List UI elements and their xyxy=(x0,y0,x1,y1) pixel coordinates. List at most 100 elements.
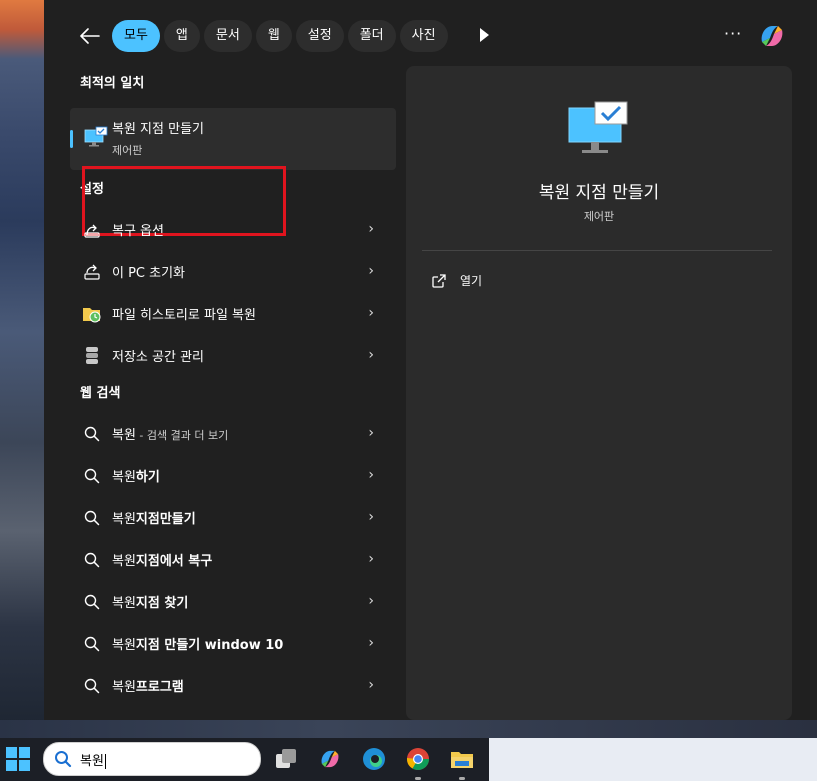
web-search-label: 복원프로그램 xyxy=(112,676,184,695)
chevron-right-icon: › xyxy=(368,635,374,651)
web-search-prefix: 복원 xyxy=(112,554,136,569)
preview-title: 복원 지점 만들기 xyxy=(538,183,660,203)
filter-tabs: 모두 앱 문서 웹 설정 폴더 사진 xyxy=(112,20,448,52)
open-external-icon xyxy=(432,273,446,288)
chevron-right-icon: › xyxy=(368,425,374,441)
web-search-bold: 하기 xyxy=(135,470,160,485)
windows-start-icon[interactable] xyxy=(6,747,30,771)
desktop-wallpaper-bottom xyxy=(0,720,817,738)
tab-settings[interactable]: 설정 xyxy=(295,20,344,52)
web-search-item[interactable]: 복원지점만들기 › xyxy=(64,496,396,538)
divider xyxy=(422,250,772,251)
chevron-right-icon: › xyxy=(368,551,374,567)
search-icon xyxy=(82,508,102,528)
best-match-title: 복원 지점 만들기 xyxy=(112,122,204,137)
web-search-label: 복원지점에서 복구 xyxy=(112,550,212,569)
search-panel: 모두 앱 문서 웹 설정 폴더 사진 ··· 최적의 일치 복원 지점 만들기 … xyxy=(44,0,817,720)
chevron-right-icon: › xyxy=(368,347,374,363)
monitor-check-icon xyxy=(568,101,628,153)
task-view-icon[interactable] xyxy=(273,746,299,772)
web-search-label: 복원지점 만들기 window 10 xyxy=(112,634,283,653)
tab-documents[interactable]: 문서 xyxy=(203,20,252,52)
web-search-prefix: 복원 xyxy=(112,470,136,485)
tab-apps[interactable]: 앱 xyxy=(163,20,200,52)
web-search-label: 복원지점 찾기 xyxy=(112,592,188,611)
filter-bar: 모두 앱 문서 웹 설정 폴더 사진 ··· xyxy=(44,18,817,56)
tab-photos[interactable]: 사진 xyxy=(399,20,448,52)
tab-all[interactable]: 모두 xyxy=(112,20,160,52)
chevron-right-icon: › xyxy=(368,467,374,483)
web-search-prefix: 복원 xyxy=(112,428,136,443)
file-explorer-icon[interactable] xyxy=(449,746,475,772)
search-icon xyxy=(82,466,102,486)
taskbar: 복원 xyxy=(0,738,817,781)
desktop-wallpaper xyxy=(0,0,44,738)
search-icon xyxy=(82,592,102,612)
text-caret xyxy=(104,754,106,769)
web-search-item[interactable]: 복원하기 › xyxy=(64,454,396,496)
web-search-item[interactable]: 복원 - 검색 결과 더 보기 › xyxy=(64,412,396,454)
web-search-prefix: 복원 xyxy=(112,596,136,611)
chevron-right-icon: › xyxy=(368,263,374,279)
selection-indicator xyxy=(70,130,73,148)
section-title-web-search: 웹 검색 xyxy=(80,386,121,401)
chrome-browser-icon[interactable] xyxy=(405,746,431,772)
tab-web[interactable]: 웹 xyxy=(255,20,292,52)
web-search-prefix: 복원 xyxy=(112,638,136,653)
search-icon xyxy=(82,634,102,654)
copilot-icon[interactable] xyxy=(756,20,788,52)
best-match-subtitle: 제어판 xyxy=(112,144,143,157)
preview-subtitle: 제어판 xyxy=(583,210,615,223)
tab-folders[interactable]: 폴더 xyxy=(347,20,396,52)
search-icon xyxy=(82,424,102,444)
chevron-right-icon: › xyxy=(368,677,374,693)
reset-pc-icon xyxy=(82,262,102,282)
search-icon xyxy=(82,676,102,696)
web-search-item[interactable]: 복원프로그램 › xyxy=(64,664,396,706)
web-search-suffix: - 검색 결과 더 보기 xyxy=(135,429,229,442)
web-search-item[interactable]: 복원지점 만들기 window 10 › xyxy=(64,622,396,664)
settings-item-label: 복구 옵션 xyxy=(112,224,164,239)
open-action[interactable]: 열기 xyxy=(432,272,482,289)
edge-browser-icon[interactable] xyxy=(361,746,387,772)
settings-item-label: 파일 히스토리로 파일 복원 xyxy=(112,308,256,323)
web-search-label: 복원지점만들기 xyxy=(112,508,196,527)
web-search-bold: 지점에서 복구 xyxy=(135,554,213,569)
search-icon xyxy=(55,751,72,768)
web-search-prefix: 복원 xyxy=(112,512,136,527)
settings-item-label: 이 PC 초기화 xyxy=(112,266,186,281)
open-label: 열기 xyxy=(460,274,483,288)
best-match-item[interactable]: 복원 지점 만들기 제어판 xyxy=(70,108,396,170)
file-history-icon xyxy=(82,304,102,324)
web-search-bold: 지점만들기 xyxy=(135,512,196,527)
copilot-taskbar-icon[interactable] xyxy=(317,746,343,772)
chevron-right-icon: › xyxy=(368,221,374,237)
chevron-right-icon: › xyxy=(368,593,374,609)
play-more-tabs-icon[interactable] xyxy=(480,28,489,42)
arrow-left-icon xyxy=(80,28,100,44)
running-indicator xyxy=(459,777,465,780)
web-search-prefix: 복원 xyxy=(112,680,136,695)
web-search-list: 복원 - 검색 결과 더 보기 › 복원하기 › 복원지점만들기 › 복원지점에서 복구 › 복… xyxy=(64,412,404,706)
chevron-right-icon: › xyxy=(368,305,374,321)
settings-item-reset-pc[interactable]: 이 PC 초기화 › xyxy=(64,250,396,292)
web-search-item[interactable]: 복원지점 찾기 › xyxy=(64,580,396,622)
web-search-bold: 지점 만들기 window 10 xyxy=(135,638,284,653)
settings-item-storage[interactable]: 저장소 공간 관리 › xyxy=(64,334,396,376)
search-input[interactable]: 복원 xyxy=(80,754,104,769)
settings-item-label: 저장소 공간 관리 xyxy=(112,350,204,365)
more-options-button[interactable]: ··· xyxy=(724,24,742,43)
preview-pane: 복원 지점 만들기 제어판 열기 xyxy=(406,66,792,720)
settings-item-recovery-options[interactable]: 복구 옵션 › xyxy=(64,208,396,250)
results-list: 최적의 일치 복원 지점 만들기 제어판 설정 복구 옵션 › 이 PC 초기화… xyxy=(64,66,404,706)
web-search-bold: 프로그램 xyxy=(135,680,184,695)
web-search-bold: 지점 찾기 xyxy=(135,596,189,611)
settings-item-file-history[interactable]: 파일 히스토리로 파일 복원 › xyxy=(64,292,396,334)
monitor-check-icon xyxy=(84,126,108,147)
web-search-item[interactable]: 복원지점에서 복구 › xyxy=(64,538,396,580)
chevron-right-icon: › xyxy=(368,509,374,525)
web-search-label: 복원하기 xyxy=(112,466,160,485)
taskbar-search-box[interactable]: 복원 xyxy=(43,742,261,776)
back-button[interactable] xyxy=(78,24,102,48)
running-indicator xyxy=(415,777,421,780)
